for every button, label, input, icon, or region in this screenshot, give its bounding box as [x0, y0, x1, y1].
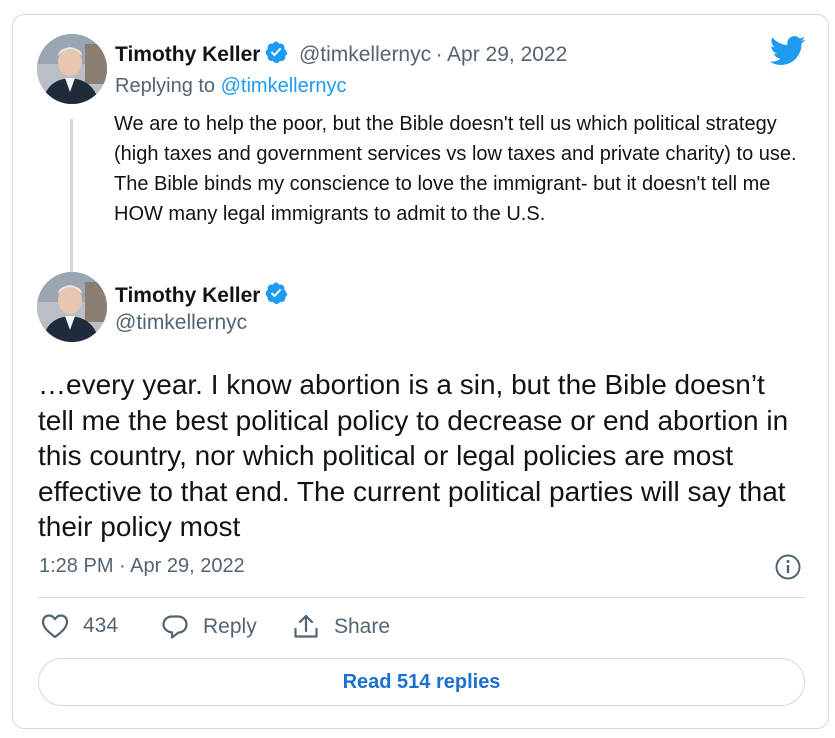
verified-badge-icon	[266, 282, 288, 304]
reply-tweet-header: Timothy Keller @timkellernyc · Apr 29, 2…	[115, 40, 567, 67]
avatar[interactable]	[37, 34, 107, 104]
tweet-date[interactable]: Apr 29, 2022	[447, 43, 567, 66]
reply-bubble-icon	[162, 615, 188, 639]
reply-button[interactable]: Reply	[161, 613, 257, 641]
twitter-bird-icon[interactable]	[770, 36, 806, 66]
like-count: 434	[83, 614, 119, 637]
profile-photo	[37, 272, 107, 342]
author-name[interactable]: Timothy Keller	[115, 284, 260, 307]
profile-photo	[37, 34, 107, 104]
info-icon[interactable]	[774, 553, 802, 581]
replying-prefix: Replying to	[115, 75, 221, 97]
main-tweet-author: Timothy Keller	[115, 281, 288, 308]
share-label: Share	[334, 615, 391, 638]
like-button[interactable]: 434	[41, 613, 118, 639]
share-button[interactable]: Share	[292, 613, 390, 641]
author-name[interactable]: Timothy Keller	[115, 43, 260, 66]
author-handle[interactable]: @timkellernyc	[115, 311, 247, 335]
verified-badge-icon	[266, 41, 288, 63]
avatar[interactable]	[37, 272, 107, 342]
replying-handle-link[interactable]: @timkellernyc	[221, 75, 347, 97]
reply-label: Reply	[203, 615, 257, 638]
replying-to: Replying to @timkellernyc	[115, 75, 347, 98]
author-handle[interactable]: @timkellernyc	[299, 43, 431, 66]
tweet-embed-card: Timothy Keller @timkellernyc · Apr 29, 2…	[12, 14, 829, 729]
heart-icon	[41, 614, 69, 639]
separator-dot: ·	[435, 43, 443, 66]
read-replies-button[interactable]: Read 514 replies	[38, 658, 805, 706]
reply-tweet-text: We are to help the poor, but the Bible d…	[114, 113, 797, 225]
share-icon	[294, 614, 318, 638]
thread-connector-line	[70, 119, 73, 277]
main-tweet-text: …every year. I know abortion is a sin, b…	[38, 369, 789, 542]
tweet-timestamp[interactable]: 1:28 PM · Apr 29, 2022	[39, 555, 245, 578]
divider	[38, 597, 805, 598]
